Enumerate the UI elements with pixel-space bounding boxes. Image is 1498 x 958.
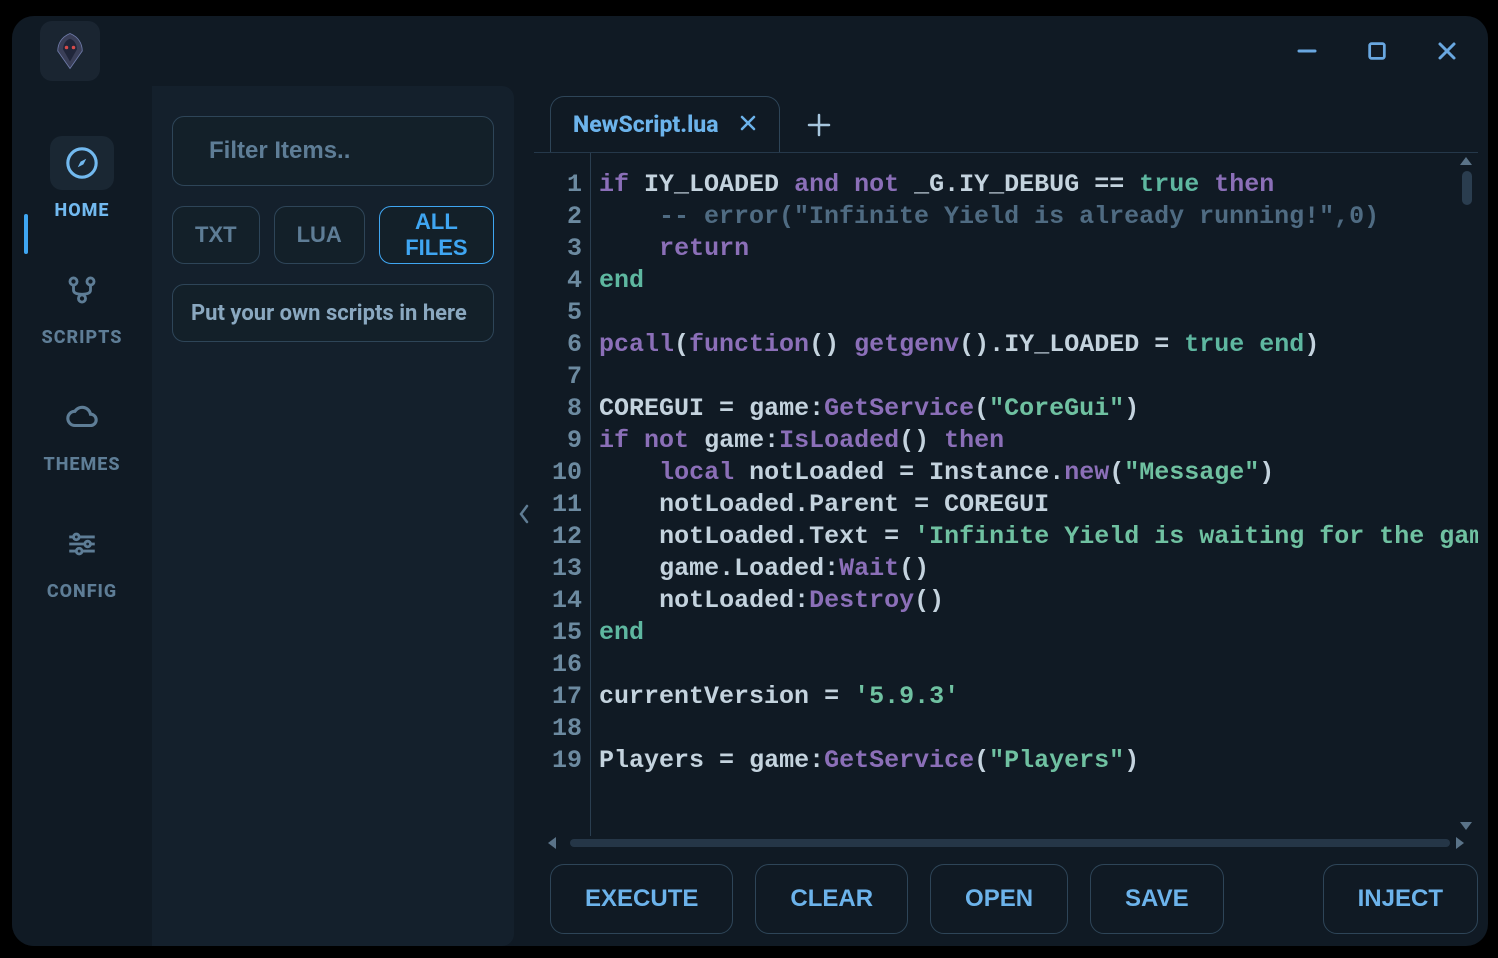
- nav-active-indicator: [24, 214, 28, 254]
- nav-themes[interactable]: THEMES: [12, 390, 152, 475]
- editor-area: NewScript.lua 12345678910111213141516171…: [534, 86, 1488, 946]
- branch-icon: [65, 273, 99, 307]
- filter-box: [172, 116, 494, 186]
- nav-home[interactable]: HOME: [12, 136, 152, 221]
- nav-label: HOME: [55, 200, 110, 221]
- compass-icon: [65, 146, 99, 180]
- scroll-up-icon[interactable]: [1460, 157, 1472, 165]
- execute-button[interactable]: EXECUTE: [550, 864, 733, 934]
- nav-label: THEMES: [43, 454, 120, 475]
- app-logo: [40, 21, 100, 81]
- nav-scripts[interactable]: SCRIPTS: [12, 263, 152, 348]
- save-button[interactable]: SAVE: [1090, 864, 1224, 934]
- filter-lua-button[interactable]: LUA: [274, 206, 365, 264]
- horizontal-scrollbar[interactable]: [570, 839, 1450, 847]
- editor-tabs: NewScript.lua: [534, 96, 1478, 152]
- file-type-filters: TXT LUA ALL FILES: [172, 206, 494, 264]
- editor-tab[interactable]: NewScript.lua: [550, 96, 780, 152]
- nav-label: SCRIPTS: [42, 327, 123, 348]
- tab-close-icon[interactable]: [739, 113, 757, 137]
- nav-config[interactable]: CONFIG: [12, 517, 152, 602]
- minimize-button[interactable]: [1292, 36, 1322, 66]
- filter-txt-button[interactable]: TXT: [172, 206, 260, 264]
- chevron-left-icon[interactable]: [517, 504, 531, 529]
- logo-icon: [49, 30, 91, 72]
- maximize-button[interactable]: [1362, 36, 1392, 66]
- scroll-left-icon[interactable]: [548, 837, 556, 849]
- code-content[interactable]: if IY_LOADED and not _G.IY_DEBUG == true…: [590, 153, 1478, 836]
- app-window: HOME SCRIPTS THEMES CONFIG: [12, 16, 1488, 946]
- inject-button[interactable]: INJECT: [1323, 864, 1478, 934]
- action-bar: EXECUTE CLEAR OPEN SAVE INJECT: [534, 850, 1478, 924]
- main-body: HOME SCRIPTS THEMES CONFIG: [12, 86, 1488, 946]
- tab-label: NewScript.lua: [573, 111, 719, 138]
- code-editor[interactable]: 12345678910111213141516171819 if IY_LOAD…: [534, 152, 1478, 850]
- scroll-right-icon[interactable]: [1456, 837, 1464, 849]
- vertical-scrollbar[interactable]: [1462, 171, 1472, 205]
- filter-input[interactable]: [209, 137, 537, 165]
- scroll-down-icon[interactable]: [1460, 822, 1472, 830]
- filter-all-button[interactable]: ALL FILES: [379, 206, 494, 264]
- panel-splitter[interactable]: [514, 86, 534, 946]
- horizontal-scrollbar-track[interactable]: [534, 836, 1478, 850]
- open-button[interactable]: OPEN: [930, 864, 1068, 934]
- sidebar-nav: HOME SCRIPTS THEMES CONFIG: [12, 86, 152, 946]
- tab-add-button[interactable]: [802, 108, 836, 142]
- close-button[interactable]: [1432, 36, 1462, 66]
- nav-label: CONFIG: [47, 581, 117, 602]
- scripts-notice[interactable]: Put your own scripts in here: [172, 284, 494, 342]
- titlebar: [12, 16, 1488, 86]
- window-controls: [1292, 36, 1462, 66]
- sliders-icon: [65, 527, 99, 561]
- cloud-icon: [65, 400, 99, 434]
- line-gutter: 12345678910111213141516171819: [534, 153, 590, 836]
- clear-button[interactable]: CLEAR: [755, 864, 908, 934]
- scripts-panel: TXT LUA ALL FILES Put your own scripts i…: [152, 86, 514, 946]
